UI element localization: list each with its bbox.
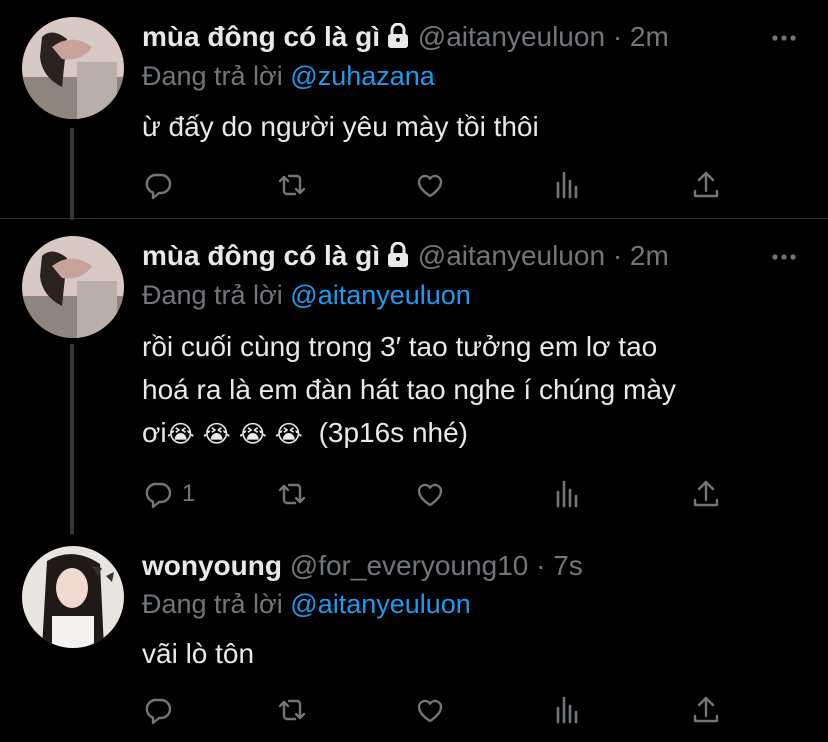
replying-to: Đang trả lời @zuhazana bbox=[142, 59, 435, 93]
lock-icon bbox=[386, 241, 410, 277]
tweet-header: mùa đông có là gì @aitanyeuluon · 2m bbox=[142, 238, 669, 277]
display-name[interactable]: mùa đông có là gì bbox=[142, 240, 380, 271]
more-icon[interactable] bbox=[768, 22, 800, 54]
reply-button[interactable]: 1 bbox=[142, 476, 195, 512]
like-button[interactable] bbox=[414, 476, 446, 512]
crying-emoji: 😭 bbox=[238, 421, 267, 448]
retweet-icon bbox=[278, 483, 306, 505]
tweet-text-fragment: (3p16s nhé) bbox=[318, 417, 468, 448]
timestamp[interactable]: 2m bbox=[630, 240, 669, 271]
retweet-button[interactable] bbox=[276, 476, 308, 512]
avatar[interactable] bbox=[22, 17, 124, 119]
reply-icon bbox=[145, 173, 172, 200]
share-button[interactable] bbox=[690, 167, 722, 203]
handle[interactable]: @aitanyeuluon bbox=[418, 240, 605, 271]
replying-to: Đang trả lời @aitanyeuluon bbox=[142, 587, 471, 621]
separator-dot: · bbox=[536, 550, 546, 581]
tweet-text: vãi lò tôn bbox=[142, 632, 792, 675]
timestamp[interactable]: 2m bbox=[630, 21, 669, 52]
analytics-button[interactable] bbox=[552, 167, 584, 203]
analytics-icon bbox=[556, 171, 578, 199]
tweet-text-line: ừ đấy do người yêu mày tồi thôi bbox=[142, 111, 539, 142]
retweet-button[interactable] bbox=[276, 692, 308, 728]
tweet-header: wonyoung @for_everyoung10 · 7s bbox=[142, 548, 583, 584]
analytics-icon bbox=[556, 480, 578, 508]
replying-label: Đang trả lời bbox=[142, 61, 283, 91]
avatar[interactable] bbox=[22, 546, 124, 648]
tweet-text: rồi cuối cùng trong 3′ tao tưởng em lơ t… bbox=[142, 325, 792, 456]
tweet[interactable]: wonyoung @for_everyoung10 · 7s Đang trả … bbox=[0, 529, 828, 742]
crying-emoji: 😭 bbox=[166, 421, 195, 448]
like-icon bbox=[417, 699, 443, 723]
avatar[interactable] bbox=[22, 236, 124, 338]
replying-label: Đang trả lời bbox=[142, 280, 283, 310]
handle[interactable]: @for_everyoung10 bbox=[290, 550, 529, 581]
share-icon bbox=[693, 696, 719, 723]
action-bar bbox=[142, 692, 742, 732]
replying-label: Đang trả lời bbox=[142, 589, 283, 619]
retweet-icon bbox=[278, 174, 306, 196]
reply-icon bbox=[145, 482, 172, 509]
more-icon[interactable] bbox=[768, 241, 800, 273]
share-icon bbox=[693, 480, 719, 507]
tweet-text-line: ơi😭 😭 😭 😭 (3p16s nhé) bbox=[142, 411, 792, 456]
replying-to-link[interactable]: @aitanyeuluon bbox=[290, 280, 471, 310]
crying-emoji: 😭 bbox=[202, 421, 231, 448]
tweet-header: mùa đông có là gì @aitanyeuluon · 2m bbox=[142, 19, 669, 58]
analytics-icon bbox=[556, 696, 578, 724]
like-icon bbox=[417, 483, 443, 507]
display-name[interactable]: mùa đông có là gì bbox=[142, 21, 380, 52]
like-icon bbox=[417, 174, 443, 198]
analytics-button[interactable] bbox=[552, 476, 584, 512]
reply-button[interactable] bbox=[142, 167, 182, 203]
share-button[interactable] bbox=[690, 692, 722, 728]
action-bar: 1 bbox=[142, 476, 742, 516]
crying-emoji: 😭 bbox=[274, 421, 303, 448]
replying-to: Đang trả lời @aitanyeuluon bbox=[142, 278, 471, 312]
tweet-text-fragment: ơi bbox=[142, 417, 167, 448]
share-icon bbox=[693, 171, 719, 198]
tweet-text: ừ đấy do người yêu mày tồi thôi bbox=[142, 105, 792, 148]
tweet[interactable]: mùa đông có là gì @aitanyeuluon · 2m Đan… bbox=[0, 219, 828, 529]
retweet-icon bbox=[278, 699, 306, 721]
retweet-button[interactable] bbox=[276, 167, 308, 203]
analytics-button[interactable] bbox=[552, 692, 584, 728]
tweet-text-line: vãi lò tôn bbox=[142, 638, 255, 669]
separator-dot: · bbox=[612, 21, 623, 52]
tweet[interactable]: mùa đông có là gì @aitanyeuluon · 2m Đan… bbox=[0, 0, 828, 218]
action-bar bbox=[142, 167, 742, 207]
like-button[interactable] bbox=[414, 167, 446, 203]
timestamp[interactable]: 7s bbox=[553, 550, 583, 581]
handle[interactable]: @aitanyeuluon bbox=[418, 21, 605, 52]
tweet-text-line: rồi cuối cùng trong 3′ tao tưởng em lơ t… bbox=[142, 331, 658, 362]
replying-to-link[interactable]: @zuhazana bbox=[290, 61, 435, 91]
tweet-text-line: hoá ra là em đàn hát tao nghe í chúng mà… bbox=[142, 374, 676, 405]
separator-dot: · bbox=[612, 240, 623, 271]
lock-icon bbox=[386, 22, 410, 58]
replying-to-link[interactable]: @aitanyeuluon bbox=[290, 589, 471, 619]
display-name[interactable]: wonyoung bbox=[142, 550, 282, 581]
reply-icon bbox=[145, 698, 172, 725]
reply-count: 1 bbox=[182, 480, 196, 507]
share-button[interactable] bbox=[690, 476, 722, 512]
reply-button[interactable] bbox=[142, 692, 182, 728]
like-button[interactable] bbox=[414, 692, 446, 728]
